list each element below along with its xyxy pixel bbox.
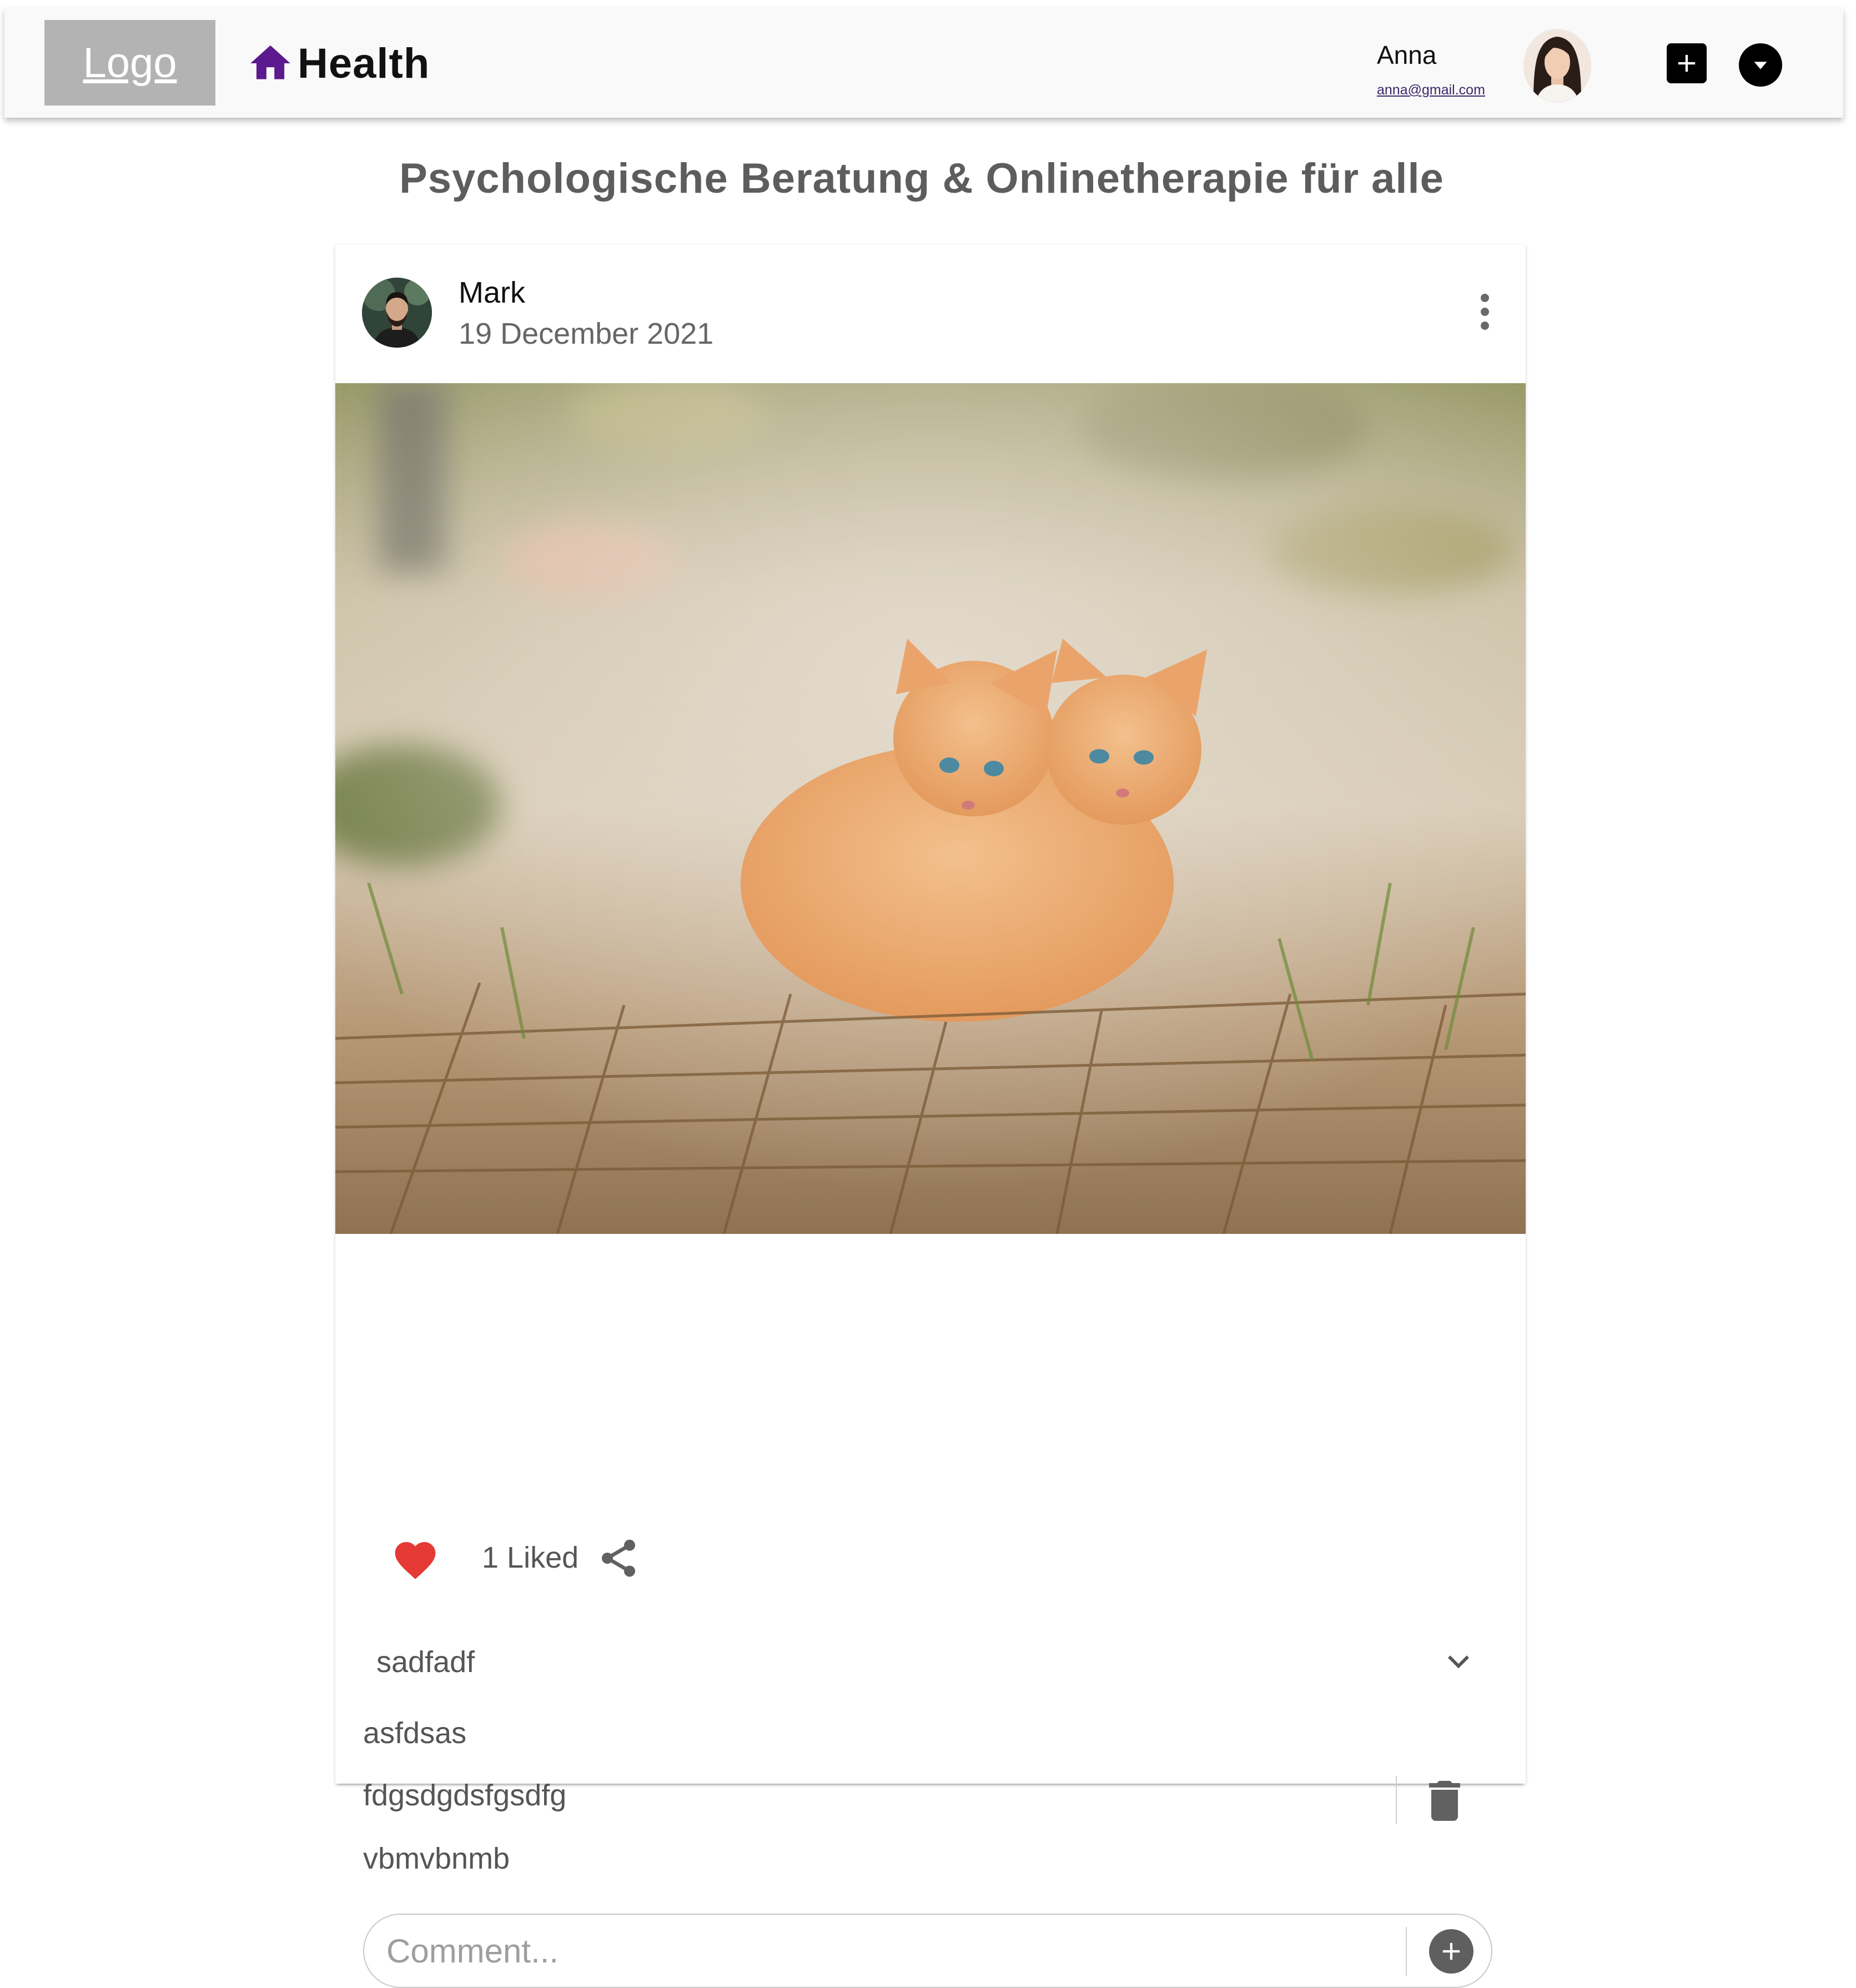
- add-icon: [1678, 54, 1696, 72]
- comment-divider: [1396, 1776, 1397, 1824]
- heart-icon: [395, 1542, 436, 1579]
- user-name: Anna: [1377, 41, 1437, 69]
- home-icon: [250, 45, 290, 79]
- comment-item: fdgsdgdsfgsdfg: [363, 1779, 567, 1812]
- post-card: Mark 19 December 2021 1 Liked sadfadf as…: [335, 244, 1526, 1988]
- comment-item: vbmvbnmb: [363, 1842, 510, 1875]
- more-vert-icon[interactable]: [1473, 281, 1496, 342]
- like-button[interactable]: [391, 1536, 440, 1580]
- comment-input-divider: [1406, 1927, 1407, 1976]
- app-bar: Logo Health Anna anna@gmail.com: [4, 8, 1843, 118]
- trash-icon: [1429, 1781, 1460, 1821]
- submit-comment-button[interactable]: [1429, 1929, 1473, 1974]
- post-image: [335, 383, 1526, 1234]
- post-author: Mark: [459, 276, 525, 309]
- like-count: 1 Liked: [482, 1541, 579, 1574]
- author-avatar-image: [362, 278, 432, 348]
- share-button[interactable]: [596, 1535, 641, 1582]
- user-email-link[interactable]: anna@gmail.com: [1377, 82, 1485, 98]
- comment-input[interactable]: [386, 1926, 1397, 1976]
- kittens-photo: [335, 383, 1526, 1234]
- chevron-down-icon[interactable]: [1442, 1646, 1475, 1678]
- add-post-button[interactable]: [1667, 43, 1707, 83]
- brand-home-link[interactable]: Health: [247, 36, 430, 91]
- share-icon: [602, 1539, 635, 1577]
- comments-toggle[interactable]: sadfadf: [376, 1645, 475, 1679]
- user-avatar-image: [1523, 29, 1591, 102]
- logo-link[interactable]: Logo: [44, 20, 215, 106]
- add-icon: [1442, 1942, 1460, 1960]
- comment-item: asfdsas: [363, 1716, 467, 1750]
- delete-comment-button[interactable]: [1429, 1780, 1460, 1821]
- brand-title: Health: [298, 39, 430, 87]
- account-menu-button[interactable]: [1739, 43, 1782, 87]
- arrow-drop-down-icon: [1754, 62, 1767, 69]
- comment-form: [363, 1914, 1492, 1988]
- post-date: 19 December 2021: [459, 317, 714, 350]
- page-title: Psychologische Beratung & Onlinetherapie…: [399, 155, 1444, 202]
- user-avatar[interactable]: [1523, 29, 1591, 102]
- author-avatar[interactable]: [362, 278, 432, 348]
